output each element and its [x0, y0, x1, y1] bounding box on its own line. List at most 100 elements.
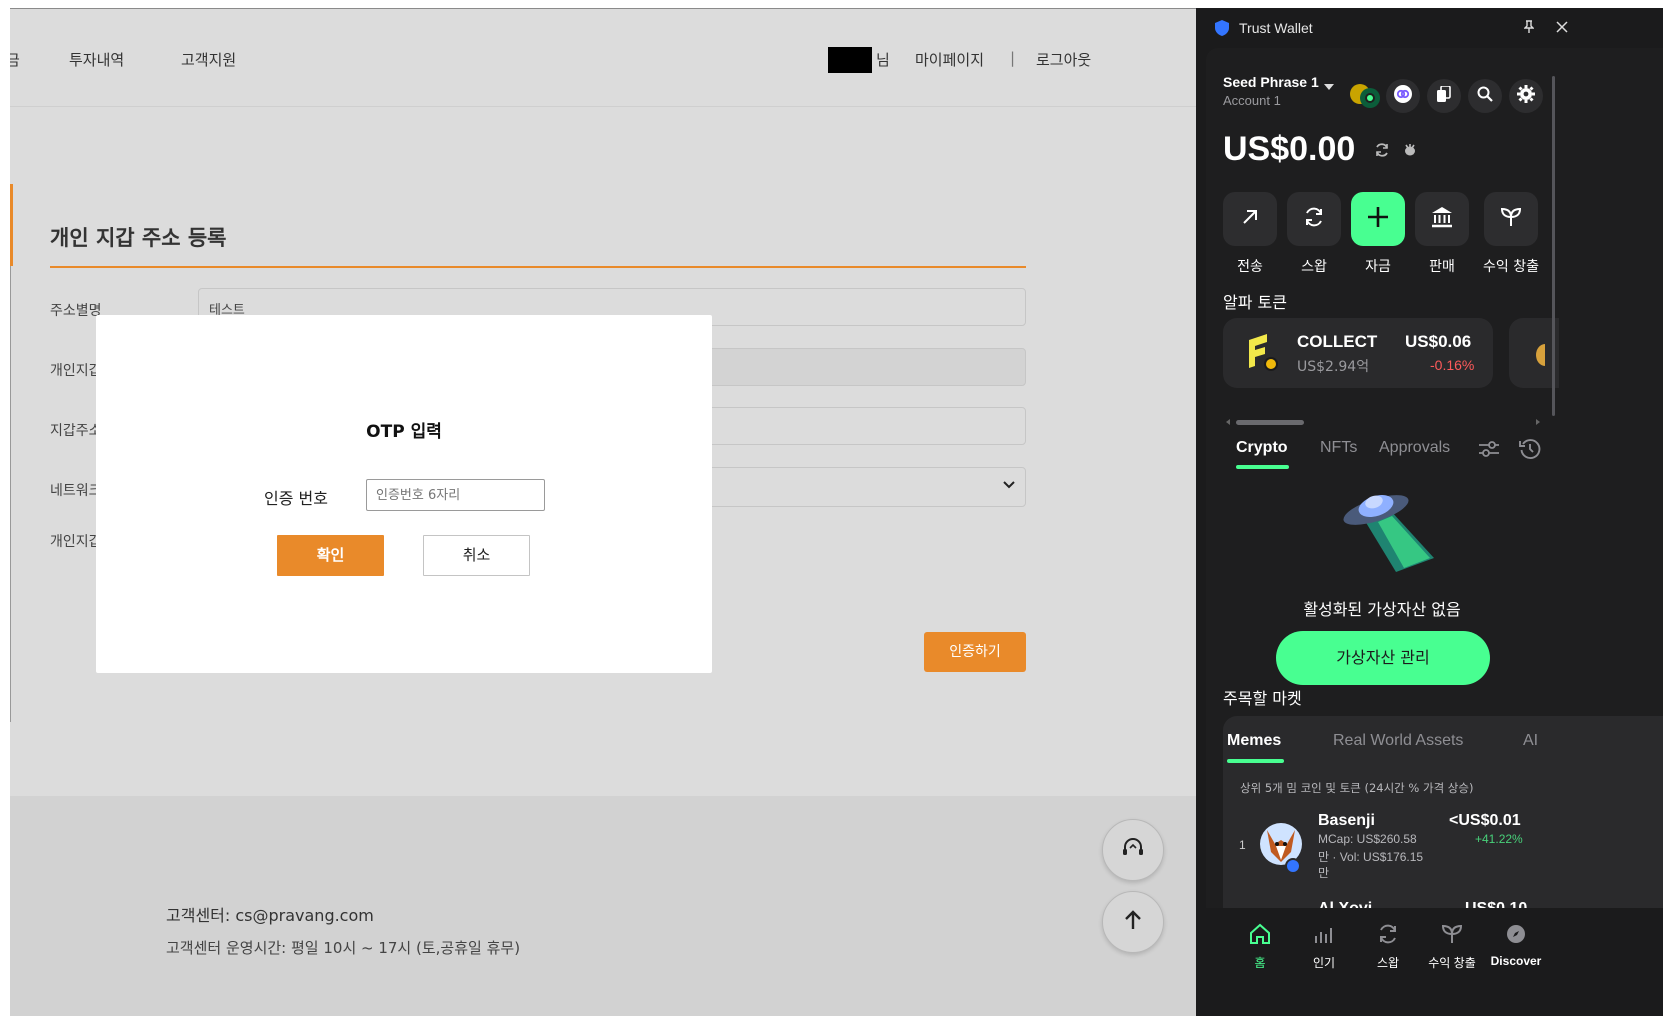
trending-icon[interactable]	[1289, 923, 1359, 950]
market-subtitle: 상위 5개 밈 코인 및 토큰 (24시간 % 가격 상승)	[1240, 781, 1474, 795]
caret-down-icon[interactable]	[1324, 77, 1334, 95]
nav-swap[interactable]: 스왑	[1353, 954, 1423, 971]
market-name: Basenji	[1318, 812, 1375, 829]
bank-icon	[1431, 206, 1453, 233]
sell-label: 판매	[1429, 259, 1455, 275]
wallet-panel: Trust Wallet Seed Phrase 1 Account 1 US$…	[1196, 8, 1663, 1016]
vertical-scrollbar[interactable]	[1552, 76, 1555, 416]
nav-item-support[interactable]: 고객지원	[181, 49, 236, 70]
link-icon	[1393, 84, 1413, 109]
history-icon[interactable]	[1519, 438, 1541, 465]
pin-icon[interactable]	[1523, 20, 1535, 38]
send-button[interactable]	[1223, 192, 1277, 246]
basenji-avatar	[1259, 822, 1307, 881]
close-icon[interactable]	[1556, 18, 1568, 37]
swap-button[interactable]	[1287, 192, 1341, 246]
hide-balance-icon[interactable]	[1402, 142, 1418, 163]
refresh-icon[interactable]	[1374, 142, 1390, 163]
scroll-right-icon[interactable]	[1536, 419, 1540, 425]
market-tab-memes[interactable]: Memes	[1227, 732, 1281, 750]
token-name: COLLECT	[1297, 332, 1378, 351]
nav-trending[interactable]: 인기	[1289, 954, 1359, 971]
nav-earn[interactable]: 수익 창출	[1417, 954, 1487, 971]
copy-icon	[1437, 84, 1451, 107]
tab-crypto[interactable]: Crypto	[1236, 439, 1288, 457]
manage-assets-button[interactable]: 가상자산 관리	[1276, 631, 1490, 685]
search-icon	[1477, 86, 1493, 107]
copy-button[interactable]	[1427, 79, 1461, 113]
cancel-button[interactable]: 취소	[423, 535, 530, 576]
market-meta-2: 만 · Vol: US$176.15	[1318, 850, 1424, 864]
confirm-button[interactable]: 확인	[277, 535, 384, 576]
nav-item-partial[interactable]: 금	[10, 49, 20, 70]
website-panel: 금 투자내역 고객지원 님 마이페이지 | 로그아웃 개인 지갑 주소 등록 주…	[10, 8, 1196, 1016]
gear-icon	[1517, 84, 1535, 108]
screen: 금 투자내역 고객지원 님 마이페이지 | 로그아웃 개인 지갑 주소 등록 주…	[0, 0, 1663, 1016]
nav-home[interactable]: 홈	[1225, 954, 1295, 971]
token-card-collect[interactable]: COLLECT US$2.94억 US$0.06 -0.16%	[1223, 318, 1493, 388]
redacted-username	[828, 47, 872, 73]
seed-phrase-label[interactable]: Seed Phrase 1	[1223, 74, 1319, 90]
search-button[interactable]	[1468, 79, 1502, 113]
avatar-icon[interactable]	[1348, 80, 1382, 115]
alpha-tokens-title: 알파 토큰	[1223, 293, 1287, 312]
swap-label: 스왑	[1301, 259, 1327, 275]
fund-label: 자금	[1365, 259, 1391, 275]
market-tab-indicator	[1227, 759, 1284, 763]
modal-title: OTP 입력	[366, 422, 442, 442]
otp-label: 인증 번호	[264, 489, 328, 508]
chevron-down-icon	[1003, 478, 1015, 493]
market-tab-rwa[interactable]: Real World Assets	[1333, 732, 1463, 750]
scroll-top-button[interactable]	[1102, 891, 1164, 953]
title-underline	[50, 266, 1026, 268]
collect-token-icon	[1245, 334, 1279, 377]
earn-button[interactable]	[1484, 192, 1538, 246]
connect-button[interactable]	[1386, 79, 1420, 113]
cs-email: 고객센터: cs@pravang.com	[166, 906, 374, 925]
tab-approvals[interactable]: Approvals	[1379, 439, 1450, 457]
market-row-basenji[interactable]: 1 Basenji MCap: US$260.58 만 · Vol: US$17…	[1223, 810, 1553, 890]
otp-modal: OTP 입력 인증 번호 확인 취소	[96, 315, 712, 673]
site-header: 금 투자내역 고객지원 님 마이페이지 | 로그아웃	[10, 9, 1196, 107]
filter-icon[interactable]	[1478, 440, 1500, 463]
market-meta-3: 만	[1318, 866, 1330, 880]
plus-icon	[1367, 206, 1389, 233]
fund-button[interactable]	[1351, 192, 1405, 246]
label-wallet: 개인지갑	[50, 363, 102, 379]
user-suffix: 님	[876, 51, 890, 69]
header-separator: |	[1010, 49, 1016, 67]
mypage-link[interactable]: 마이페이지	[915, 49, 984, 70]
market-tab-ai[interactable]: AI	[1523, 732, 1538, 750]
market-rank: 1	[1239, 838, 1246, 852]
nav-discover[interactable]: Discover	[1481, 954, 1551, 968]
token-change: -0.16%	[1430, 357, 1475, 373]
home-icon[interactable]	[1225, 923, 1295, 950]
account-label: Account 1	[1223, 93, 1281, 108]
wallet-body: Seed Phrase 1 Account 1 US$0.00 전송 스왑 자금…	[1206, 48, 1663, 1016]
next-token-icon	[1531, 344, 1554, 371]
nav-swap-icon[interactable]	[1353, 923, 1423, 950]
label-address: 지갑주소	[50, 423, 102, 439]
settings-button[interactable]	[1509, 79, 1543, 113]
site-footer: 고객센터: cs@pravang.com 고객센터 운영시간: 평일 10시 ~…	[10, 796, 1196, 1016]
wallet-app-title: Trust Wallet	[1239, 20, 1313, 36]
nav-earn-icon[interactable]	[1417, 923, 1487, 950]
scroll-left-icon[interactable]	[1226, 419, 1230, 425]
nav-item-investments[interactable]: 투자내역	[69, 49, 124, 70]
cs-hours: 고객센터 운영시간: 평일 10시 ~ 17시 (토,공휴일 휴무)	[166, 939, 521, 957]
label-wallet-2: 개인지갑	[50, 534, 102, 550]
sell-button[interactable]	[1415, 192, 1469, 246]
otp-input[interactable]	[366, 479, 545, 511]
support-chat-button[interactable]	[1102, 819, 1164, 881]
watch-markets-title: 주목할 마켓	[1223, 689, 1302, 708]
arrow-up-right-icon	[1241, 208, 1259, 231]
logout-link[interactable]: 로그아웃	[1036, 49, 1091, 70]
market-meta-1: MCap: US$260.58	[1318, 832, 1417, 846]
sprout-icon	[1500, 206, 1522, 233]
page-title: 개인 지갑 주소 등록	[50, 226, 227, 250]
verify-button[interactable]: 인증하기	[924, 632, 1026, 672]
compass-icon[interactable]	[1481, 923, 1551, 950]
market-price: <US$0.01	[1449, 812, 1521, 829]
tab-nfts[interactable]: NFTs	[1320, 439, 1357, 457]
horizontal-scrollbar[interactable]	[1236, 420, 1304, 425]
